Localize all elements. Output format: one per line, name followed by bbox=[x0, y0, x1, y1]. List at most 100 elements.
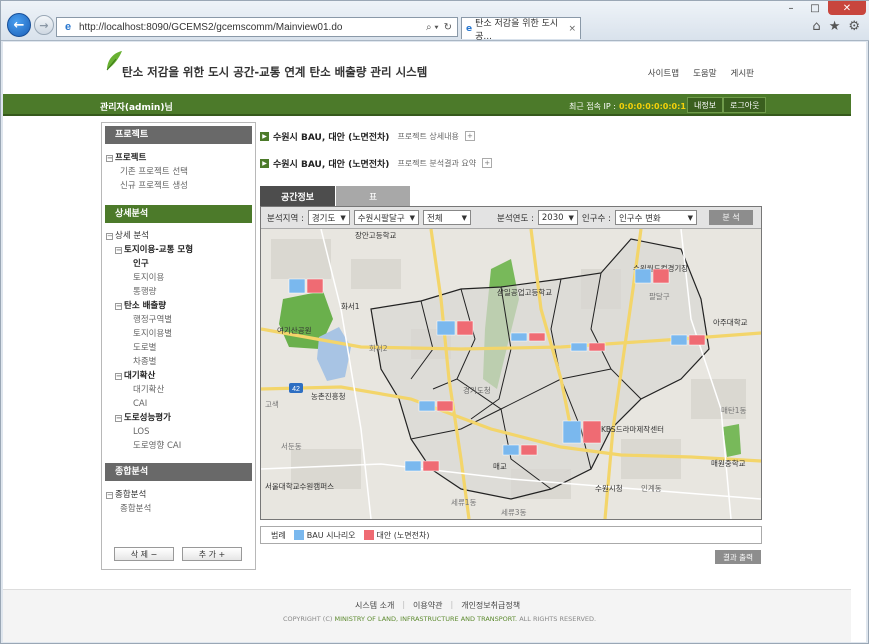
year-select[interactable]: 2030 ▼ bbox=[537, 210, 578, 225]
maximize-icon[interactable]: □ bbox=[804, 1, 826, 15]
chevron-down-icon: ▼ bbox=[340, 213, 346, 222]
tab-spatial[interactable]: 공간정보 bbox=[260, 186, 335, 206]
top-links: 사이트맵 도움말 게시판 bbox=[648, 67, 754, 79]
collapse-icon: − bbox=[115, 302, 122, 310]
carbon-item-admin[interactable]: 행정구역별 bbox=[106, 313, 193, 327]
close-icon[interactable]: ✕ bbox=[828, 1, 866, 15]
district-map[interactable]: 42 장안고등학교 여기산공원 화서1 화서2 서둔동 농촌진흥청 서울대학교수… bbox=[261, 229, 761, 519]
road-node[interactable]: − 도로성능평가 bbox=[106, 411, 193, 425]
project-row[interactable]: ▶ 수원시 BAU, 대안 (노면전차) 프로젝트 상세내용 + bbox=[260, 128, 475, 144]
collapse-icon: − bbox=[106, 491, 113, 499]
map-legend: 범례 BAU 시나리오 대안 (노면전차) bbox=[260, 526, 762, 544]
summary-header: 종합분석 bbox=[105, 463, 252, 481]
map-label: 화서2 bbox=[369, 344, 388, 353]
air-item-cai[interactable]: CAI bbox=[106, 397, 193, 411]
sitemap-link[interactable]: 사이트맵 bbox=[648, 67, 679, 79]
settings-icon[interactable]: ⚙ bbox=[848, 19, 860, 34]
legend-swatch-alt bbox=[363, 530, 374, 540]
air-item-diffusion[interactable]: 대기확산 bbox=[106, 383, 193, 397]
collapse-icon: − bbox=[106, 232, 113, 240]
expand-icon[interactable]: + bbox=[464, 131, 475, 141]
expand-icon[interactable]: + bbox=[482, 158, 493, 168]
forward-button[interactable]: → bbox=[34, 15, 54, 35]
my-info-button[interactable]: 내정보 bbox=[687, 97, 724, 113]
pop-select[interactable]: 인구수 변화 ▼ bbox=[614, 210, 697, 225]
help-link[interactable]: 도움말 bbox=[693, 67, 716, 79]
alt-bar bbox=[582, 420, 602, 444]
project-header: 프로젝트 bbox=[105, 126, 252, 144]
site-header: 탄소 저감을 위한 도시 공간-교통 연계 탄소 배출량 관리 시스템 사이트맵… bbox=[3, 42, 866, 94]
filter-bar: 분석지역 : 경기도 ▼ 수원시팔달구 ▼ 전체 ▼ 분석연도 : 2030 ▼ 인구수… bbox=[261, 207, 761, 229]
address-bar[interactable]: e http://localhost:8090/GCEMS2/gcemscomm… bbox=[56, 17, 458, 37]
browser-window: – □ ✕ ← → e http://localhost:8090/GCEMS2… bbox=[0, 0, 869, 644]
add-button[interactable]: 추 가 + bbox=[182, 547, 242, 561]
landuse-item-landuse[interactable]: 토지이용 bbox=[106, 271, 193, 285]
map-label: 고색 bbox=[265, 399, 279, 409]
svg-text:42: 42 bbox=[292, 386, 300, 393]
ie-icon: e bbox=[64, 21, 72, 33]
map-label: 아주대학교 bbox=[713, 317, 748, 327]
footer-link-privacy[interactable]: 개인정보취급정책 bbox=[461, 600, 520, 611]
back-button[interactable]: ← bbox=[7, 13, 31, 37]
sidebar-actions: 삭 제 − 추 가 + bbox=[114, 547, 242, 561]
project-root[interactable]: − 프로젝트 bbox=[106, 151, 188, 165]
road-item-cai[interactable]: 도로영향 CAI bbox=[106, 439, 193, 453]
project-desc: 프로젝트 상세내용 bbox=[397, 131, 459, 141]
logout-button[interactable]: 로그아웃 bbox=[723, 97, 767, 113]
detail-header: 상세분석 bbox=[105, 205, 252, 223]
summary-root[interactable]: − 종합분석 bbox=[106, 488, 151, 502]
dong-select[interactable]: 전체 ▼ bbox=[423, 210, 472, 225]
analyze-button[interactable]: 분 석 bbox=[708, 210, 753, 225]
carbon-item-road[interactable]: 도로별 bbox=[106, 341, 193, 355]
project-tree: − 프로젝트 기존 프로젝트 선택 신규 프로젝트 생성 bbox=[106, 151, 188, 193]
landuse-item-traffic[interactable]: 통행량 bbox=[106, 285, 193, 299]
map-label: 삼일공업고등학교 bbox=[497, 287, 552, 297]
landuse-node[interactable]: − 토지이용-교통 모형 bbox=[106, 243, 193, 257]
alt-bar bbox=[422, 460, 440, 472]
road-item-los[interactable]: LOS bbox=[106, 425, 193, 439]
view-tabs: 공간정보 표 bbox=[260, 186, 410, 206]
map-label: 경기도청 bbox=[463, 385, 491, 395]
map-label: 매탄1동 bbox=[721, 405, 747, 415]
result-output-button[interactable]: 결과 출력 bbox=[715, 550, 761, 564]
browser-tab[interactable]: e 탄소 저감을 위한 도시 공... × bbox=[461, 17, 581, 42]
chevron-down-icon: ▼ bbox=[687, 213, 693, 222]
landuse-item-population[interactable]: 인구 bbox=[106, 257, 193, 271]
detail-root[interactable]: − 상세 분석 bbox=[106, 229, 193, 243]
minimize-icon[interactable]: – bbox=[780, 1, 802, 15]
home-icon[interactable]: ⌂ bbox=[812, 19, 820, 34]
summary-item[interactable]: 종합분석 bbox=[106, 502, 151, 516]
legend-bau: BAU 시나리오 bbox=[306, 530, 356, 540]
project-item-new[interactable]: 신규 프로젝트 생성 bbox=[106, 179, 188, 193]
map-panel: 분석지역 : 경기도 ▼ 수원시팔달구 ▼ 전체 ▼ 분석연도 : 2030 ▼ 인구수… bbox=[260, 206, 762, 520]
map-label: 서울대학교수원캠퍼스 bbox=[265, 481, 334, 491]
province-select[interactable]: 경기도 ▼ bbox=[307, 210, 350, 225]
map-label: 서둔동 bbox=[281, 442, 302, 451]
search-icon[interactable]: ⌕ ▾ bbox=[426, 22, 439, 33]
footer-link-terms[interactable]: 이용약관 bbox=[413, 600, 442, 611]
district-select[interactable]: 수원시팔달구 ▼ bbox=[353, 210, 420, 225]
carbon-item-vehicle[interactable]: 차종별 bbox=[106, 355, 193, 369]
map-label: 인계동 bbox=[641, 483, 662, 493]
map-label: 수원시청 bbox=[595, 484, 623, 493]
delete-button[interactable]: 삭 제 − bbox=[114, 547, 174, 561]
legend-swatch-bau bbox=[293, 530, 304, 540]
detail-tree: − 상세 분석 − 토지이용-교통 모형 인구 토지이용 통행량 − 탄소 배출량 행… bbox=[106, 229, 193, 453]
project-item-select[interactable]: 기존 프로젝트 선택 bbox=[106, 165, 188, 179]
air-node[interactable]: − 대기확산 bbox=[106, 369, 193, 383]
footer-link-about[interactable]: 시스템 소개 bbox=[355, 600, 394, 611]
map-label: 여기산공원 bbox=[277, 325, 312, 335]
bau-bar bbox=[670, 334, 688, 346]
tab-close-icon[interactable]: × bbox=[568, 24, 576, 34]
refresh-icon[interactable]: ↻ bbox=[444, 22, 452, 33]
carbon-node[interactable]: − 탄소 배출량 bbox=[106, 299, 193, 313]
user-bar: 관리자(admin)님 최근 접속 IP :0:0:0:0:0:0:0:1 내정… bbox=[3, 94, 851, 116]
project-row[interactable]: ▶ 수원시 BAU, 대안 (노면전차) 프로젝트 분석결과 요약 + bbox=[260, 155, 493, 171]
carbon-item-landuse[interactable]: 토지이용별 bbox=[106, 327, 193, 341]
year-label: 분석연도 : bbox=[497, 213, 534, 224]
tab-table[interactable]: 표 bbox=[335, 186, 410, 206]
favorites-icon[interactable]: ★ bbox=[829, 19, 841, 34]
board-link[interactable]: 게시판 bbox=[731, 67, 754, 79]
collapse-icon: − bbox=[106, 154, 113, 162]
site-footer: 시스템 소개 | 이용약관 | 개인정보취급정책 COPYRIGHT (C) MIN… bbox=[3, 589, 851, 642]
